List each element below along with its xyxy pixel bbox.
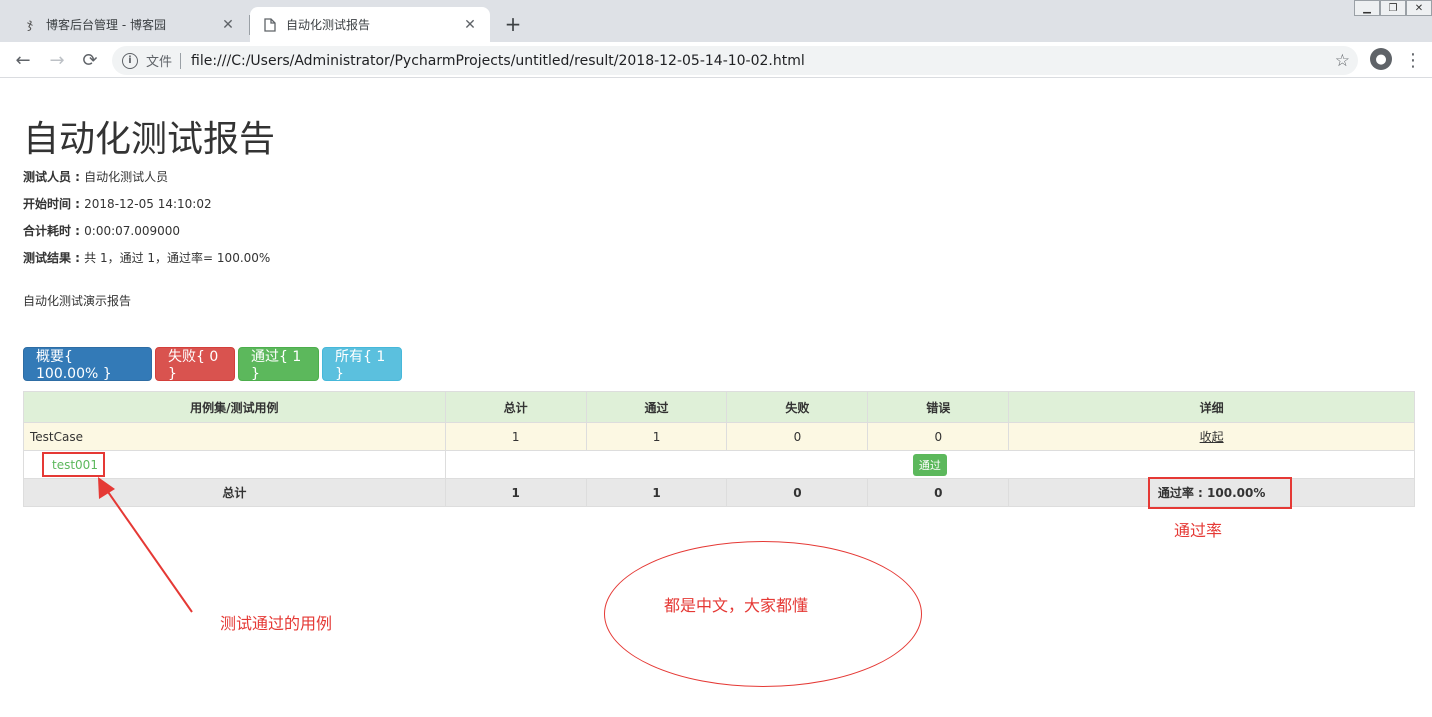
tab-title: 自动化测试报告 bbox=[286, 18, 371, 32]
forward-button[interactable]: → bbox=[44, 47, 70, 73]
case-status-cell: 通过 bbox=[444, 450, 1416, 479]
header-pass: 通过 bbox=[585, 391, 728, 423]
tab-title: 博客后台管理 - 博客园 bbox=[46, 18, 166, 32]
totals-pass: 1 bbox=[585, 478, 728, 507]
tab-test-report[interactable]: 自动化测试报告 ✕ bbox=[250, 7, 490, 42]
pass-status-button[interactable]: 通过 bbox=[912, 453, 947, 476]
ellipse-annotation: 都是中文，大家都懂 bbox=[664, 596, 809, 615]
header-detail: 详细 bbox=[1008, 391, 1415, 423]
new-tab-button[interactable]: + bbox=[500, 11, 526, 37]
address-divider bbox=[180, 52, 182, 69]
close-icon[interactable]: ✕ bbox=[220, 17, 236, 33]
totals-total: 1 bbox=[444, 478, 587, 507]
suite-error: 0 bbox=[867, 422, 1010, 451]
rate-highlight-box bbox=[1148, 477, 1292, 509]
totals-fail: 0 bbox=[726, 478, 869, 507]
back-button[interactable]: ← bbox=[10, 47, 36, 73]
suite-pass: 1 bbox=[585, 422, 728, 451]
collapse-link[interactable]: 收起 bbox=[1200, 430, 1224, 444]
annotation-arrow bbox=[98, 477, 193, 613]
tab-blog-admin[interactable]: ჯ 博客后台管理 - 博客园 ✕ bbox=[10, 7, 248, 42]
restore-button[interactable]: ❐ bbox=[1380, 0, 1406, 16]
browser-toolbar: ← → ⟳ i 文件 file:///C:/Users/Administrato… bbox=[0, 42, 1432, 78]
bookmark-star-icon[interactable]: ☆ bbox=[1335, 51, 1350, 71]
close-window-button[interactable]: ✕ bbox=[1406, 0, 1432, 16]
document-icon bbox=[262, 17, 278, 33]
totals-error: 0 bbox=[867, 478, 1010, 507]
address-bar[interactable]: i 文件 file:///C:/Users/Administrator/Pych… bbox=[112, 46, 1358, 75]
url-text[interactable]: file:///C:/Users/Administrator/PycharmPr… bbox=[191, 53, 805, 69]
header-total: 总计 bbox=[444, 391, 587, 423]
info-icon[interactable]: i bbox=[122, 52, 138, 69]
window-controls: ▁ ❐ ✕ bbox=[1354, 0, 1432, 16]
all-filter-button[interactable]: 所有{ 1 } bbox=[322, 347, 402, 382]
tab-strip: ჯ 博客后台管理 - 博客园 ✕ 自动化测试报告 ✕ + ▁ ❐ ✕ bbox=[0, 0, 1432, 42]
header-fail: 失败 bbox=[726, 391, 869, 423]
suite-detail-cell: 收起 bbox=[1008, 422, 1415, 451]
scheme-label: 文件 bbox=[146, 55, 173, 70]
page-content: 自动化测试报告 测试人员 : 自动化测试人员 开始时间 : 2018-12-05… bbox=[0, 79, 1432, 717]
cnblogs-icon: ჯ bbox=[27, 17, 33, 32]
profile-icon[interactable]: ● bbox=[1370, 48, 1392, 70]
close-icon[interactable]: ✕ bbox=[462, 17, 478, 33]
menu-icon[interactable]: ⋮ bbox=[1404, 48, 1422, 72]
header-error: 错误 bbox=[867, 391, 1010, 423]
reload-button[interactable]: ⟳ bbox=[77, 47, 103, 73]
minimize-button[interactable]: ▁ bbox=[1354, 0, 1380, 16]
rate-annotation: 通过率 bbox=[1174, 521, 1223, 540]
suite-total: 1 bbox=[444, 422, 587, 451]
suite-fail: 0 bbox=[726, 422, 869, 451]
